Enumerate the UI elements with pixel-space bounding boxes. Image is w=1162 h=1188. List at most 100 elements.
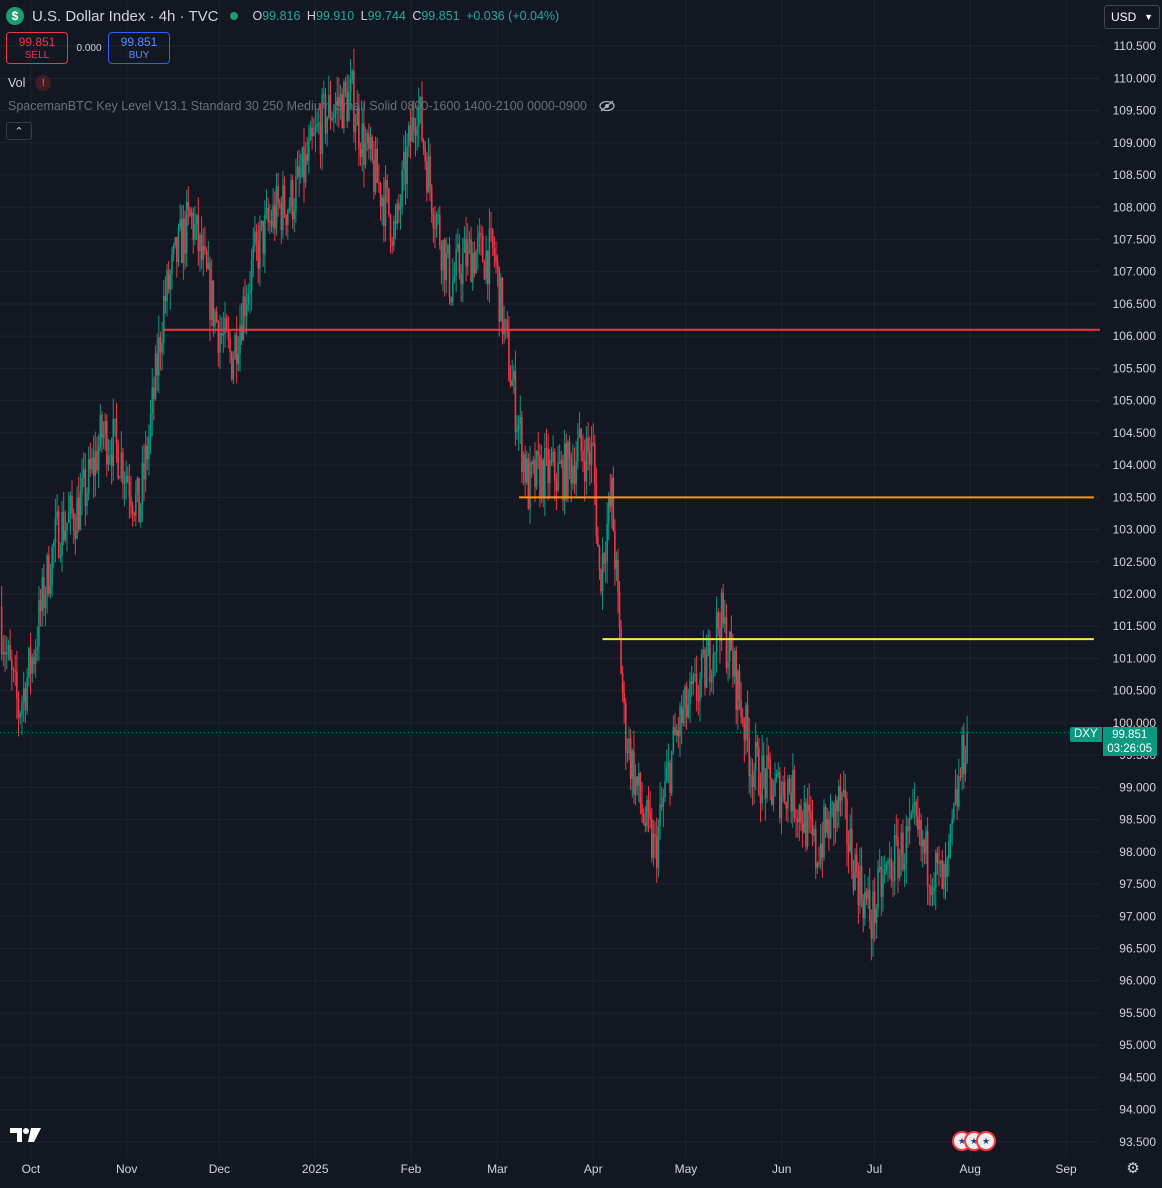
y-tick-label: 98.000 (1119, 845, 1156, 859)
candle-body (128, 482, 131, 497)
candle-body (687, 704, 690, 717)
candle-body (646, 799, 648, 827)
warning-icon[interactable]: ! (35, 75, 52, 91)
candle-body (154, 353, 157, 400)
candle-body (610, 477, 613, 507)
x-tick-label: Dec (209, 1162, 230, 1176)
candle-body (232, 358, 235, 380)
candle-body (442, 240, 444, 271)
candle-body (79, 492, 82, 530)
candle-body (0, 606, 3, 655)
collapse-legend-button[interactable]: ⌃ (6, 122, 32, 140)
candle-body (689, 681, 691, 705)
candle-body (592, 442, 595, 444)
candle-body (558, 462, 561, 464)
candle-body (841, 792, 843, 801)
economic-events[interactable]: ★ ★ ★ (952, 1131, 996, 1151)
candle-body (842, 789, 845, 793)
candle-body (285, 215, 287, 226)
candle-body (212, 280, 215, 327)
candle-body (958, 776, 960, 807)
candle-body (737, 670, 739, 710)
candle-body (164, 296, 167, 302)
candle-body (278, 202, 281, 204)
indicator-legend[interactable]: SpacemanBTC Key Level V13.1 Standard 30 … (8, 99, 615, 113)
settings-gear-icon[interactable]: ⚙ (1125, 1160, 1141, 1177)
candle-body (429, 156, 431, 187)
candle-body (9, 645, 11, 661)
candle-body (654, 834, 656, 837)
candle-body (565, 443, 568, 498)
candle-body (51, 546, 53, 587)
candle-body (131, 506, 134, 514)
candle-body (552, 451, 554, 462)
candle-body (669, 762, 671, 793)
candle-body (448, 245, 451, 298)
candle-body (69, 495, 72, 513)
candle-body (563, 443, 566, 501)
sell-button[interactable]: 99.851 SELL (6, 32, 68, 64)
candle-body (567, 441, 569, 498)
candle-body (250, 259, 253, 291)
candle-body (282, 185, 284, 230)
candle-body (769, 758, 771, 779)
currency-select[interactable]: USD ▼ (1104, 5, 1160, 29)
buy-button[interactable]: 99.851 BUY (108, 32, 170, 64)
candle-body (798, 805, 801, 822)
candle-body (475, 251, 477, 274)
candle-body (187, 201, 190, 209)
tradingview-logo-icon[interactable] (10, 1124, 42, 1150)
candle-body (202, 245, 205, 260)
candle-body (647, 799, 650, 812)
x-tick-label: May (675, 1162, 698, 1176)
candle-body (209, 262, 211, 321)
candle-body (437, 214, 439, 216)
candle-body (245, 304, 248, 317)
candle-body (792, 770, 794, 812)
candle-body (182, 218, 185, 263)
candle-body (493, 247, 496, 256)
candle-body (167, 270, 170, 290)
last-price-label: DXY 99.851 03:26:05 (1070, 727, 1157, 757)
candle-body (447, 245, 449, 253)
candle-body (864, 891, 866, 919)
candle-body (308, 140, 310, 161)
candle-body (179, 219, 181, 228)
volume-legend[interactable]: Vol ! (8, 75, 52, 91)
candle-body (767, 755, 770, 759)
candle-body (674, 727, 676, 736)
candle-body (296, 166, 299, 177)
candle-body (48, 555, 50, 594)
candle-body (403, 151, 405, 170)
candle-body (872, 891, 874, 939)
candle-body (465, 238, 467, 267)
candle-body (138, 477, 140, 523)
candle-body (486, 250, 489, 285)
candle-body (844, 789, 847, 799)
candle-body (702, 649, 705, 654)
candle-body (801, 823, 804, 833)
candle-body (192, 212, 195, 240)
candle-body (623, 693, 625, 704)
candle-body (222, 333, 225, 336)
price-chart[interactable]: 93.500 94.000 94.500 95.000 95.500 96.000 96.5… (0, 0, 1162, 1188)
y-tick-label: 102.000 (1113, 587, 1157, 601)
market-status-icon (230, 12, 239, 20)
candle-body (445, 252, 448, 281)
candle-body (81, 477, 83, 493)
symbol-title[interactable]: U.S. Dollar Index · 4h · TVC (32, 8, 218, 25)
candle-body (910, 813, 913, 819)
candle-body (299, 175, 302, 177)
candle-body (733, 650, 736, 677)
candle-body (642, 813, 645, 824)
eye-hidden-icon[interactable] (599, 100, 615, 112)
candle-body (720, 592, 723, 641)
candle-body (322, 93, 325, 95)
candle-body (944, 864, 947, 878)
candle-body (868, 889, 871, 921)
candle-body (782, 781, 784, 797)
us-flag-icon[interactable]: ★ (976, 1131, 996, 1151)
candle-body (793, 770, 796, 818)
candle-body (304, 154, 307, 183)
candle-body (224, 317, 226, 334)
